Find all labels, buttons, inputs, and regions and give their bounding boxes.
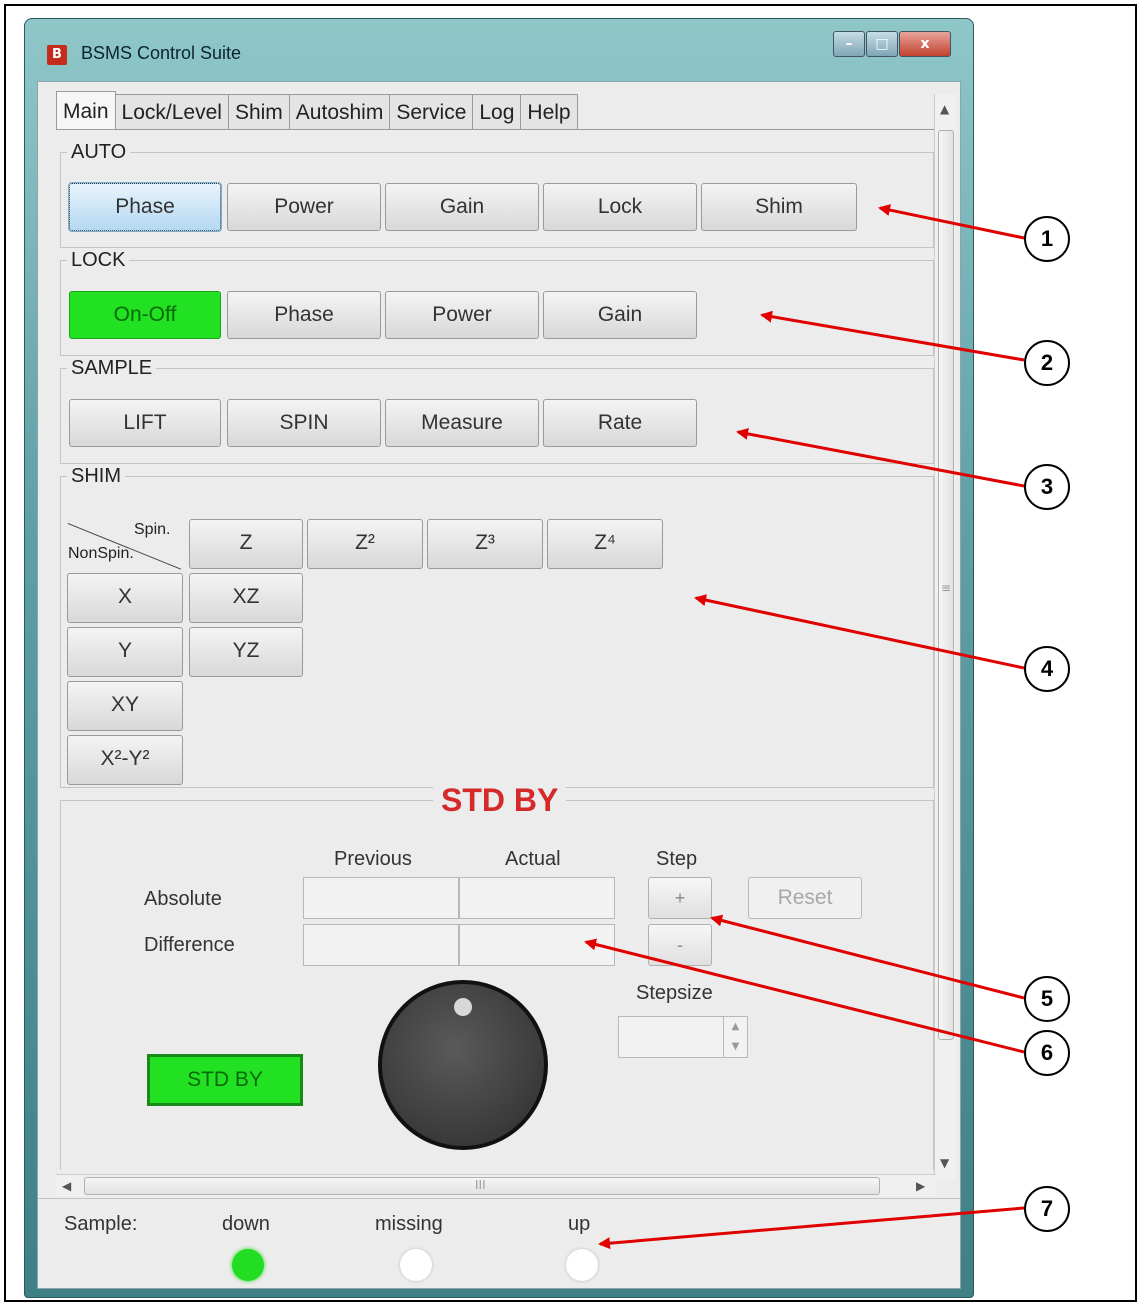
horizontal-scrollbar[interactable]: ◀ III ▶ <box>56 1174 936 1196</box>
stepsize-label: Stepsize <box>636 982 713 1004</box>
shim-yz-button[interactable]: YZ <box>189 627 303 677</box>
close-button[interactable]: x <box>899 31 951 57</box>
sample-measure-button[interactable]: Measure <box>385 399 539 447</box>
shim-z4-button[interactable]: Z⁴ <box>547 519 663 569</box>
status-down-label: down <box>222 1213 270 1235</box>
shim-adjust-knob[interactable] <box>378 980 548 1150</box>
actual-column-label: Actual <box>505 848 561 870</box>
sample-group: SAMPLE LIFT SPIN Measure Rate <box>60 357 934 464</box>
shim-z2-button[interactable]: Z² <box>307 519 423 569</box>
callout-3: 3 <box>1024 464 1070 510</box>
callout-5: 5 <box>1024 976 1070 1022</box>
tab-autoshim[interactable]: Autoshim <box>288 94 391 130</box>
lock-group-title: LOCK <box>67 249 130 272</box>
sample-rate-button[interactable]: Rate <box>543 399 697 447</box>
sample-lift-button[interactable]: LIFT <box>69 399 221 447</box>
tab-main[interactable]: Main <box>56 91 116 129</box>
stdby-title: STD BY <box>433 782 567 819</box>
nonspin-label: NonSpin. <box>68 545 134 562</box>
shim-y-button[interactable]: Y <box>67 627 183 677</box>
callout-2: 2 <box>1024 340 1070 386</box>
auto-group: AUTO Phase Power Gain Lock Shim <box>60 141 934 248</box>
stdby-button[interactable]: STD BY <box>147 1054 303 1106</box>
difference-previous-field <box>303 924 459 966</box>
auto-gain-button[interactable]: Gain <box>385 183 539 231</box>
scroll-down-arrow-icon[interactable]: ▼ <box>940 1156 949 1170</box>
sample-spin-button[interactable]: SPIN <box>227 399 381 447</box>
absolute-actual-field <box>459 877 615 919</box>
window-title: BSMS Control Suite <box>81 43 242 63</box>
callout-1: 1 <box>1024 216 1070 262</box>
scroll-up-arrow-icon[interactable]: ▲ <box>940 102 949 116</box>
scroll-right-arrow-icon[interactable]: ▶ <box>916 1179 925 1193</box>
step-column-label: Step <box>656 848 698 870</box>
title-bar[interactable]: B BSMS Control Suite – □ x <box>25 19 973 81</box>
lock-power-button[interactable]: Power <box>385 291 539 339</box>
vertical-scroll-thumb[interactable]: ≡ <box>938 130 954 1040</box>
tab-shim[interactable]: Shim <box>227 94 290 130</box>
sample-group-title: SAMPLE <box>67 357 157 380</box>
minimize-button[interactable]: – <box>833 31 865 57</box>
auto-group-title: AUTO <box>67 141 131 164</box>
app-logo-icon: B <box>47 45 67 65</box>
shim-z-button[interactable]: Z <box>189 519 303 569</box>
callout-7: 7 <box>1024 1186 1070 1232</box>
knob-indicator-dot <box>454 998 472 1016</box>
status-up-indicator <box>566 1249 598 1281</box>
difference-row-label: Difference <box>144 934 235 956</box>
step-minus-button[interactable]: - <box>648 924 712 966</box>
scroll-grip-icon: ≡ <box>941 581 952 595</box>
lock-group: LOCK On-Off Phase Power Gain <box>60 249 934 356</box>
client-area: Main Lock/Level Shim Autoshim Service Lo… <box>37 81 961 1289</box>
stepsize-spinner[interactable]: ▲ ▼ <box>618 1016 748 1058</box>
shim-x2-y2-button[interactable]: X²-Y² <box>67 735 183 785</box>
lock-phase-button[interactable]: Phase <box>227 291 381 339</box>
step-plus-button[interactable]: + <box>648 877 712 919</box>
status-missing-label: missing <box>375 1213 443 1235</box>
callout-4: 4 <box>1024 646 1070 692</box>
tab-service[interactable]: Service <box>389 94 474 130</box>
auto-lock-button[interactable]: Lock <box>543 183 697 231</box>
callout-6: 6 <box>1024 1030 1070 1076</box>
absolute-row-label: Absolute <box>144 888 222 910</box>
auto-shim-button[interactable]: Shim <box>701 183 857 231</box>
scroll-grip-icon: III <box>475 1178 486 1192</box>
auto-power-button[interactable]: Power <box>227 183 381 231</box>
reset-button[interactable]: Reset <box>748 877 862 919</box>
tab-log[interactable]: Log <box>472 94 522 130</box>
horizontal-scroll-thumb[interactable]: III <box>84 1177 880 1195</box>
absolute-previous-field <box>303 877 459 919</box>
tab-lock-level[interactable]: Lock/Level <box>114 94 229 130</box>
auto-phase-button[interactable]: Phase <box>68 182 222 232</box>
shim-z3-button[interactable]: Z³ <box>427 519 543 569</box>
vertical-scrollbar[interactable]: ▲ ≡ ▼ <box>934 94 956 1180</box>
status-down-indicator <box>232 1249 264 1281</box>
maximize-button[interactable]: □ <box>866 31 898 57</box>
spinner-down-arrow-icon[interactable]: ▼ <box>724 1037 747 1057</box>
lock-on-off-button[interactable]: On-Off <box>69 291 221 339</box>
app-window: B BSMS Control Suite – □ x Main Lock/Lev… <box>24 18 974 1298</box>
tab-panel-border <box>56 129 936 130</box>
status-up-label: up <box>568 1213 591 1235</box>
status-missing-indicator <box>400 1249 432 1281</box>
spin-label: Spin. <box>134 521 171 538</box>
shim-group: SHIM Spin. NonSpin. Z Z² Z³ Z⁴ X XZ Y YZ… <box>60 465 934 788</box>
tab-bar: Main Lock/Level Shim Autoshim Service Lo… <box>56 91 578 130</box>
sample-status-label: Sample: <box>64 1213 138 1235</box>
tab-help[interactable]: Help <box>520 94 578 130</box>
previous-column-label: Previous <box>334 848 412 870</box>
shim-x-button[interactable]: X <box>67 573 183 623</box>
spinner-up-arrow-icon[interactable]: ▲ <box>724 1017 747 1037</box>
sample-status-bar: Sample: down missing up <box>38 1198 960 1288</box>
stepsize-arrows[interactable]: ▲ ▼ <box>723 1017 747 1057</box>
shim-xz-button[interactable]: XZ <box>189 573 303 623</box>
shim-group-title: SHIM <box>67 465 125 488</box>
difference-actual-field <box>459 924 615 966</box>
shim-xy-button[interactable]: XY <box>67 681 183 731</box>
scroll-left-arrow-icon[interactable]: ◀ <box>62 1179 71 1193</box>
shim-corner-header: Spin. NonSpin. <box>64 519 184 570</box>
lock-gain-button[interactable]: Gain <box>543 291 697 339</box>
